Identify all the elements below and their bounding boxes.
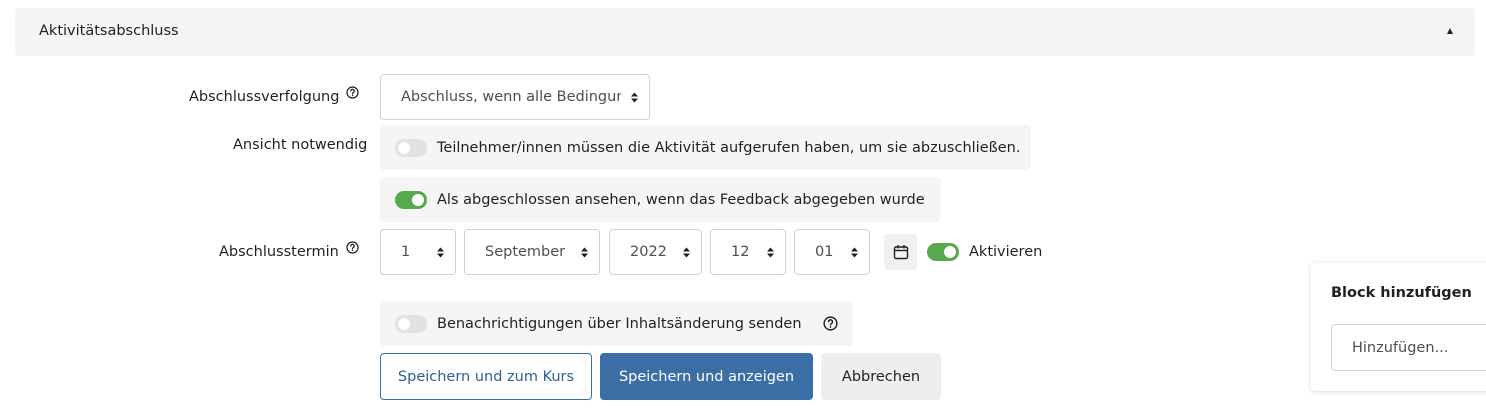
completion-tracking-value: Abschluss, wenn alle Bedingungen erfüllt…: [401, 89, 621, 105]
section-title: Aktivitätsabschluss: [39, 23, 179, 39]
hour-select[interactable]: 12: [710, 229, 786, 275]
notifications-toggle[interactable]: [395, 314, 427, 333]
select-caret-icon: [767, 247, 774, 258]
feedback-submitted-option: Als abgeschlossen ansehen, wenn das Feed…: [380, 177, 941, 222]
view-required-label: Ansicht notwendig: [233, 137, 368, 153]
completion-date-label: Abschlusstermin: [219, 244, 339, 260]
year-value: 2022: [630, 244, 667, 260]
view-required-toggle[interactable]: [395, 138, 427, 157]
notifications-option: Benachrichtigungen über Inhaltsänderung …: [380, 301, 853, 346]
view-required-option: Teilnehmer/innen müssen die Aktivität au…: [380, 125, 1031, 170]
notifications-text: Benachrichtigungen über Inhaltsänderung …: [437, 315, 802, 332]
collapse-arrow-icon[interactable]: [1447, 28, 1453, 34]
add-block-title: Block hinzufügen: [1331, 285, 1472, 301]
enable-date-label: Aktivieren: [969, 244, 1043, 260]
day-select[interactable]: 1: [380, 229, 456, 275]
save-and-display-button[interactable]: Speichern und anzeigen: [600, 353, 813, 400]
month-select[interactable]: September: [464, 229, 600, 275]
select-caret-icon: [851, 247, 858, 258]
calendar-button[interactable]: [884, 234, 917, 270]
add-block-select-value: Hinzufügen...: [1352, 339, 1449, 356]
select-caret-icon: [631, 92, 638, 103]
cancel-button[interactable]: Abbrechen: [821, 353, 941, 400]
help-icon[interactable]: [822, 316, 838, 331]
completion-tracking-select[interactable]: Abschluss, wenn alle Bedingungen erfüllt…: [380, 74, 650, 120]
hour-value: 12: [731, 244, 750, 260]
calendar-icon: [893, 245, 908, 260]
view-required-text: Teilnehmer/innen müssen die Aktivität au…: [437, 139, 1021, 156]
select-caret-icon: [683, 247, 690, 258]
save-and-return-button[interactable]: Speichern und zum Kurs: [380, 353, 592, 400]
day-value: 1: [401, 244, 411, 260]
minute-select[interactable]: 01: [794, 229, 870, 275]
select-caret-icon: [437, 247, 444, 258]
minute-value: 01: [815, 244, 834, 260]
year-select[interactable]: 2022: [609, 229, 702, 275]
enable-date-toggle[interactable]: [927, 243, 959, 261]
feedback-submitted-text: Als abgeschlossen ansehen, wenn das Feed…: [437, 191, 925, 208]
help-icon[interactable]: [346, 241, 359, 254]
feedback-submitted-toggle[interactable]: [395, 190, 427, 209]
month-value: September: [485, 244, 566, 260]
add-block-panel: Block hinzufügen Hinzufügen...: [1311, 263, 1486, 391]
section-header[interactable]: Aktivitätsabschluss: [15, 8, 1475, 56]
completion-tracking-label: Abschlussverfolgung: [189, 89, 340, 105]
add-block-select[interactable]: Hinzufügen...: [1331, 324, 1486, 371]
help-icon[interactable]: [346, 86, 359, 99]
select-caret-icon: [581, 247, 588, 258]
